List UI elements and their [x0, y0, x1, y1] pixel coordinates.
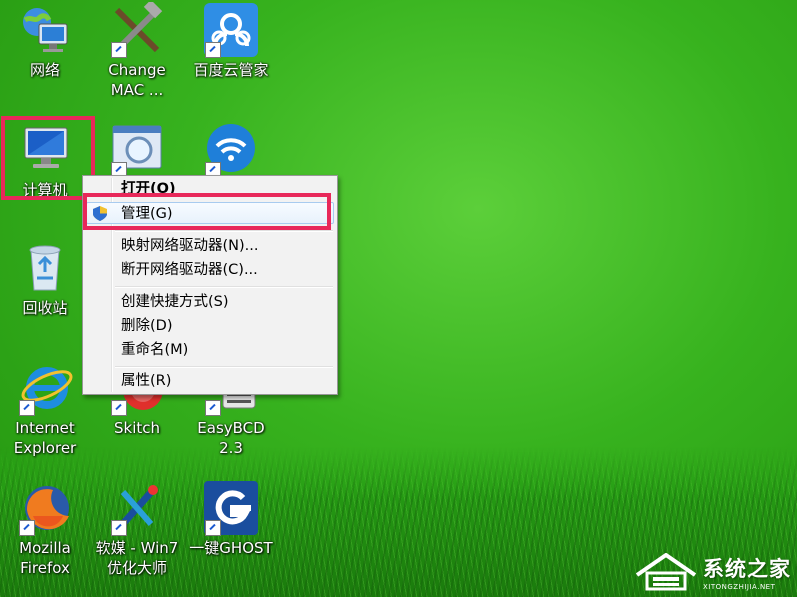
- tools-icon: [109, 2, 165, 58]
- recycle-bin-icon: [17, 240, 73, 296]
- icon-label: Change MAC ...: [108, 61, 166, 99]
- manage-item-highlight: [83, 193, 331, 230]
- menu-item-delete[interactable]: 删除(D): [121, 316, 172, 336]
- icon-label: 百度云管家: [193, 61, 269, 79]
- menu-separator: [115, 230, 333, 232]
- shortcut-arrow-icon: [19, 520, 35, 536]
- wifi-app-icon: [203, 122, 259, 178]
- icon-label: Mozilla Firefox: [19, 539, 71, 577]
- watermark: 系统之家 XITONGZHIJIA.NET: [635, 552, 791, 591]
- ie-icon: [17, 360, 73, 416]
- menu-item-properties[interactable]: 属性(R): [121, 371, 171, 391]
- icon-label: EasyBCD 2.3: [197, 419, 265, 457]
- desktop-icon-magnifier-app[interactable]: [92, 122, 182, 178]
- magnifier-app-icon: [109, 122, 165, 178]
- baidu-cloud-icon: [203, 2, 259, 58]
- shortcut-arrow-icon: [111, 520, 127, 536]
- house-logo-icon: [635, 552, 697, 591]
- menu-item-map-network-drive[interactable]: 映射网络驱动器(N)...: [121, 236, 259, 256]
- computer-icon-highlight: [1, 116, 95, 200]
- network-icon: [17, 2, 73, 58]
- icon-label: 网络: [29, 61, 60, 79]
- watermark-name: 系统之家: [703, 557, 791, 581]
- watermark-url: XITONGZHIJIA.NET: [703, 583, 776, 591]
- menu-separator: [115, 366, 333, 368]
- icon-label: Internet Explorer: [13, 419, 77, 457]
- menu-separator: [115, 286, 333, 288]
- desktop-icon-win7-optimizer[interactable]: 软媒 - Win7 优化大师: [92, 480, 182, 578]
- win7-optimizer-icon: [109, 480, 165, 536]
- desktop-icon-baidu-cloud[interactable]: 百度云管家: [186, 2, 276, 80]
- shortcut-arrow-icon: [205, 42, 221, 58]
- icon-label: 软媒 - Win7 优化大师: [95, 539, 179, 577]
- desktop-icon-wifi-app[interactable]: [186, 122, 276, 178]
- shortcut-arrow-icon: [205, 520, 221, 536]
- desktop-icon-firefox[interactable]: Mozilla Firefox: [0, 480, 90, 578]
- firefox-icon: [17, 480, 73, 536]
- desktop-icon-recycle-bin[interactable]: 回收站: [0, 240, 90, 318]
- menu-item-rename[interactable]: 重命名(M): [121, 340, 188, 360]
- shortcut-arrow-icon: [111, 42, 127, 58]
- icon-label: 一键GHOST: [189, 539, 273, 557]
- shortcut-arrow-icon: [19, 400, 35, 416]
- ghost-icon: [203, 480, 259, 536]
- shortcut-arrow-icon: [111, 400, 127, 416]
- desktop-icon-internet-explorer[interactable]: Internet Explorer: [0, 360, 90, 458]
- icon-label: 回收站: [22, 299, 68, 317]
- menu-item-disconnect-network-drive[interactable]: 断开网络驱动器(C)...: [121, 260, 258, 280]
- desktop-icon-change-mac[interactable]: Change MAC ...: [92, 2, 182, 100]
- menu-item-create-shortcut[interactable]: 创建快捷方式(S): [121, 292, 229, 312]
- desktop-icon-network[interactable]: 网络: [0, 2, 90, 80]
- icon-label: Skitch: [113, 419, 160, 437]
- desktop-icon-ghost[interactable]: 一键GHOST: [186, 480, 276, 558]
- shortcut-arrow-icon: [205, 400, 221, 416]
